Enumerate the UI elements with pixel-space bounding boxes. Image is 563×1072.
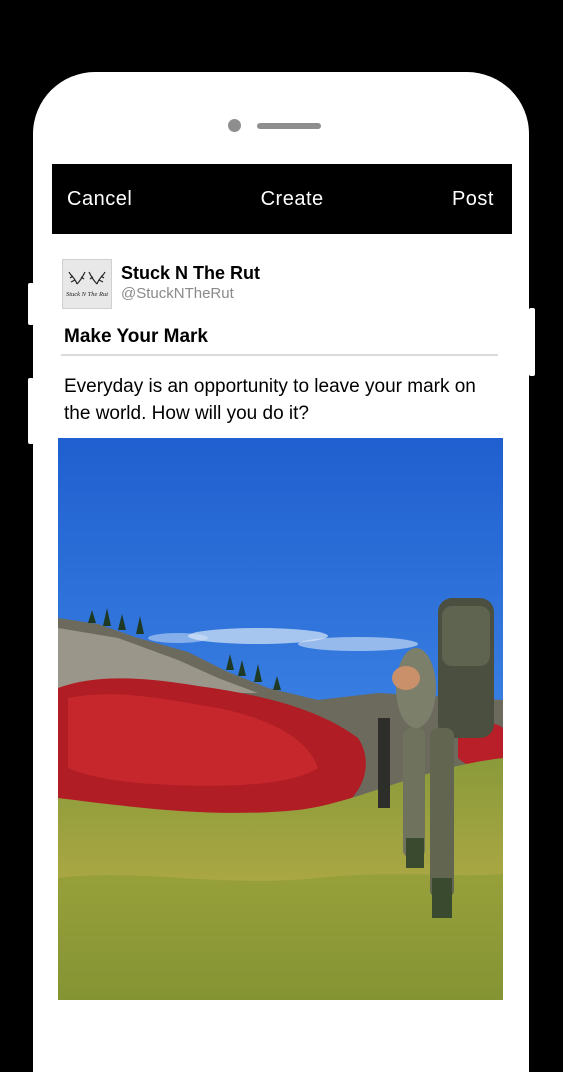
divider <box>61 354 498 356</box>
avatar: Stuck N The Rut <box>62 259 112 309</box>
antler-logo-icon: Stuck N The Rut <box>66 271 108 298</box>
nav-bar: Cancel Create Post <box>52 164 512 234</box>
post-photo[interactable] <box>58 438 503 1000</box>
post-button[interactable]: Post <box>452 188 494 211</box>
post-body[interactable]: Everyday is an opportunity to leave your… <box>64 373 494 427</box>
post-title[interactable]: Make Your Mark <box>64 326 208 348</box>
logo-text: Stuck N The Rut <box>66 291 108 298</box>
nav-title: Create <box>260 187 324 210</box>
cancel-button[interactable]: Cancel <box>67 188 132 211</box>
app-screen: Cancel Create Post Stuck N The Rut Stuck… <box>52 164 512 1000</box>
phone-side-button <box>529 308 535 376</box>
profile-handle: @StuckNTheRut <box>121 285 234 302</box>
camera-icon <box>228 119 241 132</box>
hiker-photo <box>58 438 503 1000</box>
profile-name: Stuck N The Rut <box>121 263 261 283</box>
phone-side-button <box>28 378 34 444</box>
phone-side-button <box>28 283 34 325</box>
speaker-grille <box>257 123 321 129</box>
